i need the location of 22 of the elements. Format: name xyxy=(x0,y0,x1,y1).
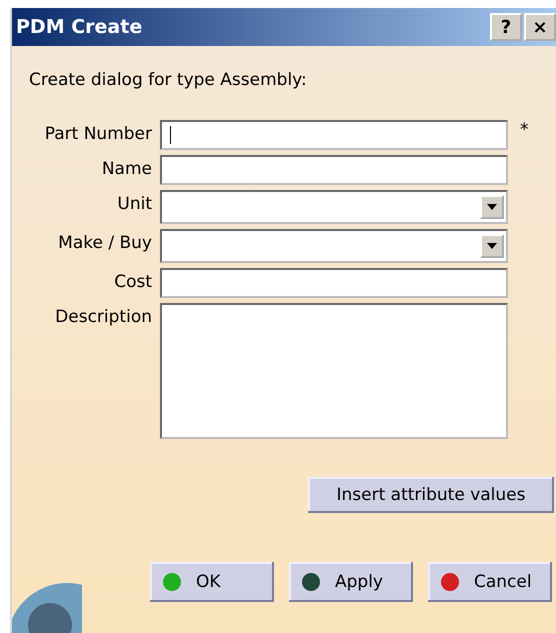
intro-text: Create dialog for type Assembly: xyxy=(29,70,308,92)
field-label: Unit xyxy=(116,193,152,214)
dropdown-field[interactable] xyxy=(160,190,508,224)
dialog-button[interactable]: Apply xyxy=(289,562,413,602)
window-title: PDM Create xyxy=(16,16,142,38)
insert-attribute-values-button[interactable]: Insert attribute values xyxy=(308,477,554,513)
dialog-button[interactable]: OK xyxy=(150,562,274,602)
field-label: Name xyxy=(100,158,152,179)
planet-drawing xyxy=(12,583,82,633)
field-label: Description xyxy=(54,306,152,327)
text-area[interactable] xyxy=(160,303,508,439)
field-label: Part Number xyxy=(44,123,152,144)
required-mark: * xyxy=(519,120,530,142)
field-label: Make / Buy xyxy=(57,232,152,253)
input-field[interactable] xyxy=(160,120,508,150)
field-label: Cost xyxy=(113,271,152,292)
dropdown-field[interactable] xyxy=(160,229,508,263)
help-button[interactable]: ? xyxy=(490,13,522,41)
input-field[interactable] xyxy=(160,268,508,298)
input-field[interactable] xyxy=(160,155,508,185)
close-button[interactable]: × xyxy=(524,13,556,41)
dialog-button[interactable]: Cancel xyxy=(428,562,552,602)
